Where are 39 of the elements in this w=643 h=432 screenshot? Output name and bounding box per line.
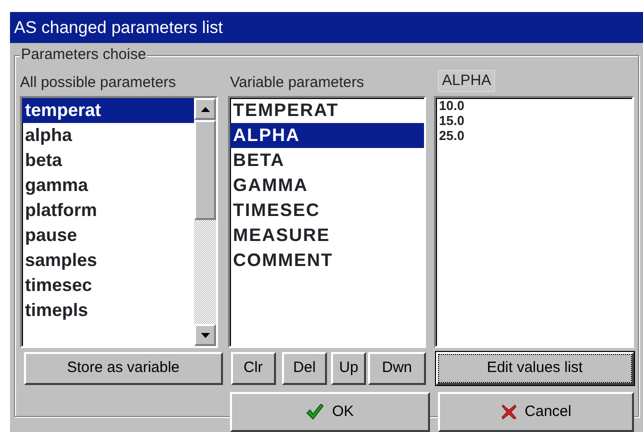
scroll-thumb[interactable] — [194, 120, 216, 220]
action-button[interactable]: Dwn — [368, 352, 426, 385]
scroll-up-button[interactable] — [194, 98, 216, 120]
action-button[interactable]: Up — [331, 352, 366, 385]
checkmark-icon — [306, 404, 324, 420]
scrollbar[interactable] — [194, 98, 216, 346]
action-button[interactable]: Del — [282, 352, 328, 385]
list-item[interactable]: COMMENT — [230, 248, 424, 273]
value-item[interactable]: 25.0 — [436, 128, 632, 143]
list-item[interactable]: beta — [22, 148, 194, 173]
up-arrow-icon — [200, 106, 210, 112]
list-item[interactable]: pause — [22, 223, 194, 248]
list-item[interactable]: GAMMA — [230, 173, 424, 198]
action-button[interactable]: Edit values list — [436, 352, 634, 385]
value-item[interactable]: 10.0 — [436, 98, 632, 113]
action-button[interactable]: Store as variable — [24, 352, 222, 385]
list-item[interactable]: MEASURE — [230, 223, 424, 248]
window-title: AS changed parameters list — [10, 12, 643, 43]
scroll-down-button[interactable] — [194, 324, 216, 346]
list-item[interactable]: alpha — [22, 123, 194, 148]
cancel-button[interactable]: Cancel — [438, 392, 634, 432]
value-item[interactable]: 15.0 — [436, 113, 632, 128]
list-item[interactable]: temperat — [22, 98, 194, 123]
list-item[interactable]: BETA — [230, 148, 424, 173]
list-label: Variable parameters — [230, 74, 365, 92]
list-item[interactable]: timepls — [22, 298, 194, 323]
list-item[interactable]: platform — [22, 198, 194, 223]
selected-parameter-label: ALPHA — [438, 70, 496, 92]
ok-button[interactable]: OK — [230, 392, 430, 432]
list-item[interactable]: timesec — [22, 273, 194, 298]
list-item[interactable]: samples — [22, 248, 194, 273]
list-item[interactable]: TEMPERAT — [230, 98, 424, 123]
list-item[interactable]: TIMESEC — [230, 198, 424, 223]
list-label: All possible parameters — [20, 74, 177, 92]
down-arrow-icon — [200, 332, 210, 338]
list-item[interactable]: gamma — [22, 173, 194, 198]
action-button[interactable]: Clr — [230, 352, 276, 385]
list-item[interactable]: ALPHA — [230, 123, 424, 148]
cross-icon — [500, 404, 517, 420]
